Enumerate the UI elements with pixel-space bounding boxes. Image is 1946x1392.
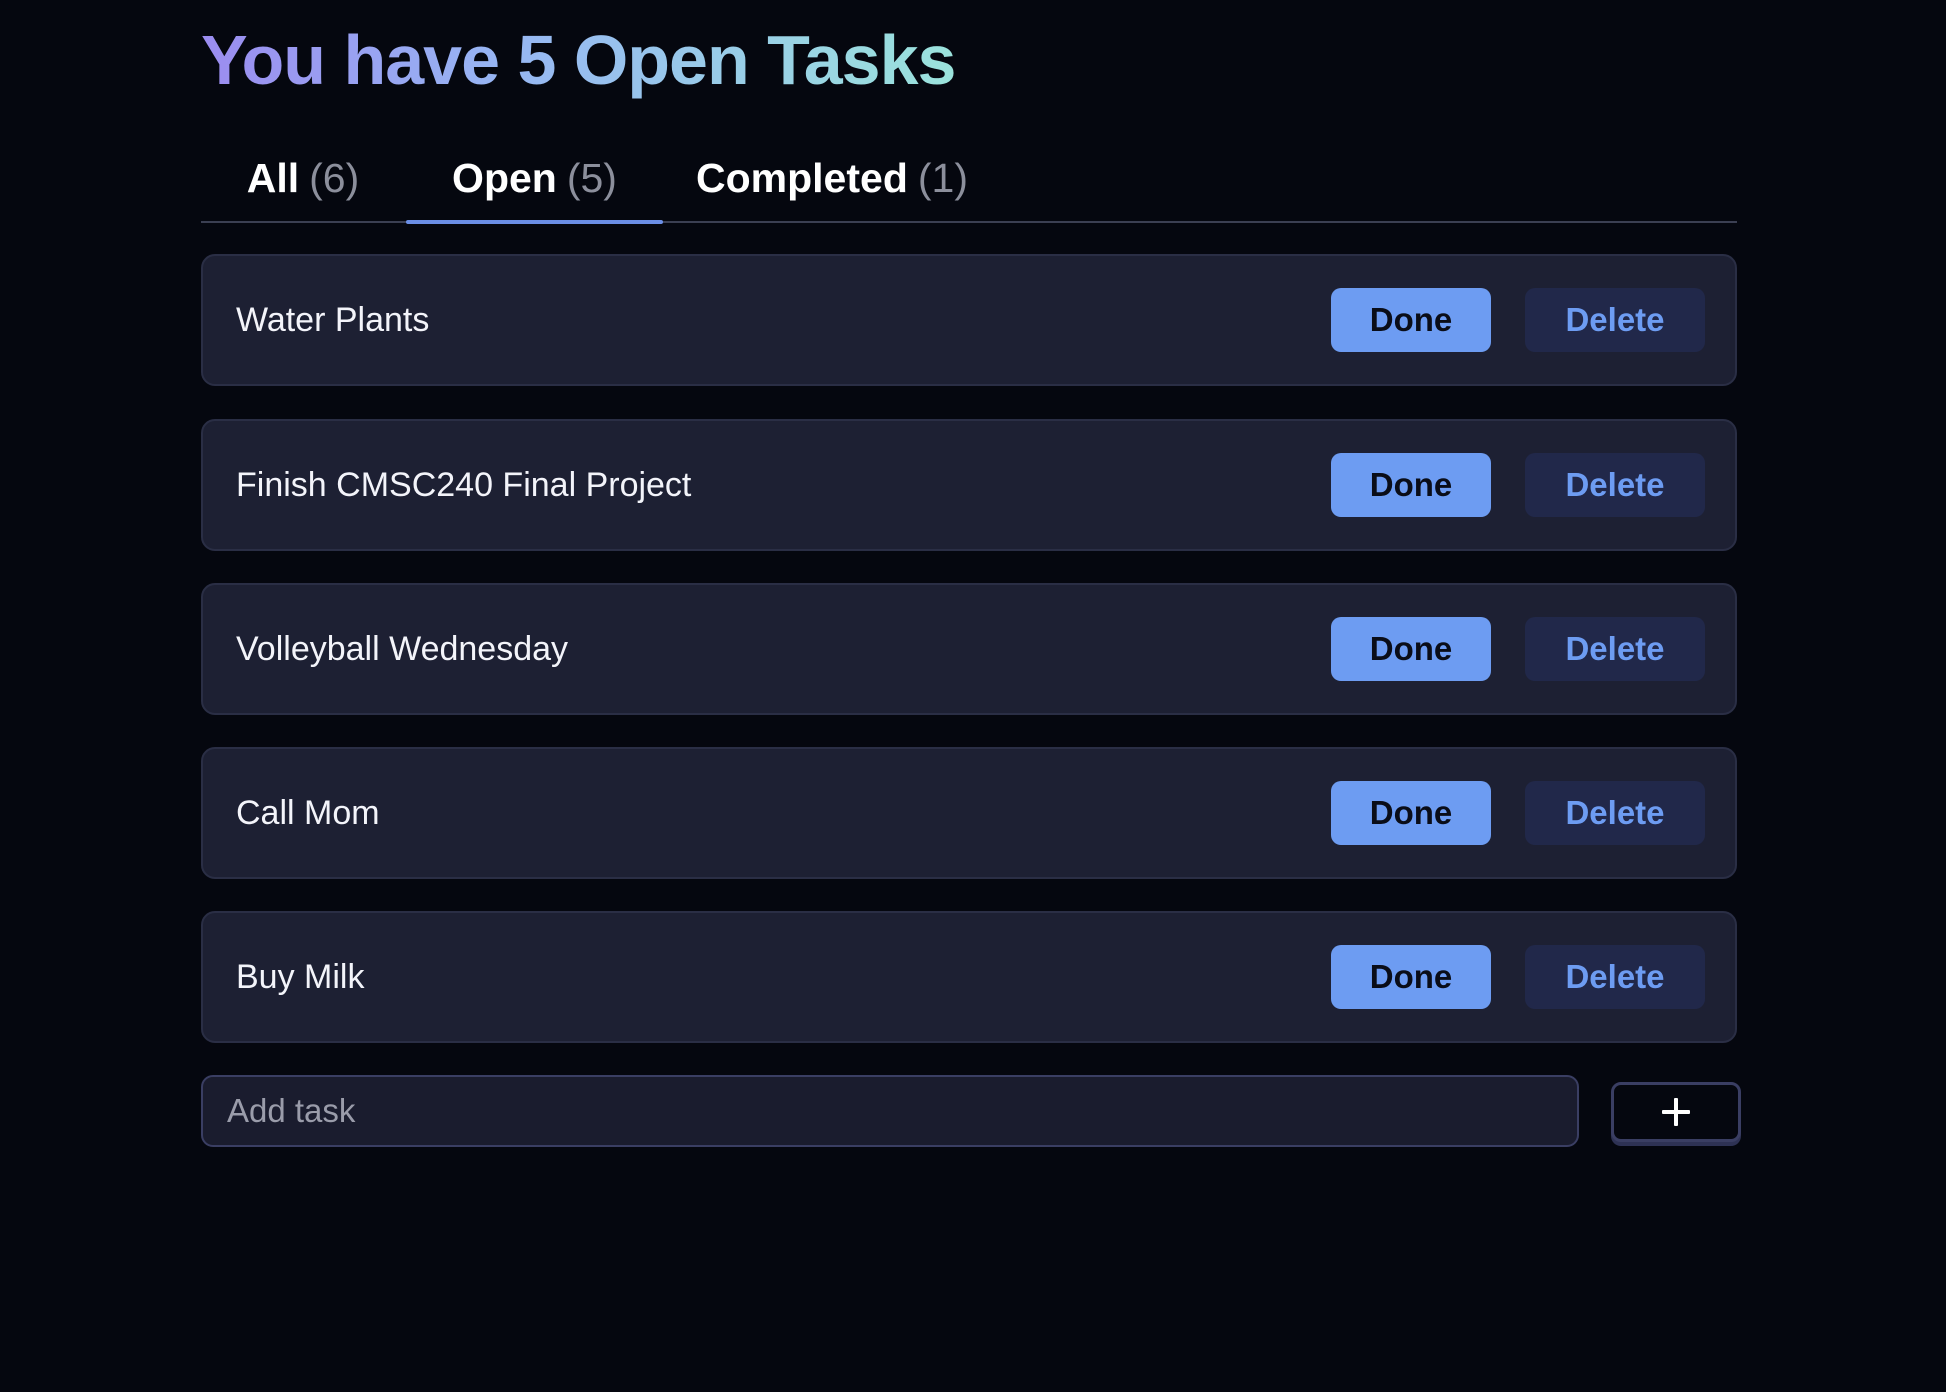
task-card: Finish CMSC240 Final Project Done Delete <box>201 419 1737 551</box>
add-task-button[interactable] <box>1611 1082 1741 1142</box>
filter-tabs: All (6) Open (5) Completed (1) <box>201 136 1737 224</box>
tab-completed-label: Completed <box>696 155 908 201</box>
done-button[interactable]: Done <box>1331 945 1491 1009</box>
tab-completed[interactable]: Completed (1) <box>663 136 1001 221</box>
delete-button[interactable]: Delete <box>1525 617 1705 681</box>
tab-open-label: Open <box>452 155 557 201</box>
plus-icon <box>1662 1098 1690 1126</box>
add-task-input[interactable] <box>201 1075 1579 1147</box>
tab-all-label: All <box>246 155 300 201</box>
task-label: Call Mom <box>236 794 380 832</box>
page-title: You have 5 Open Tasks <box>201 18 956 102</box>
tab-open[interactable]: Open (5) <box>406 136 663 224</box>
delete-button[interactable]: Delete <box>1525 453 1705 517</box>
task-card: Call Mom Done Delete <box>201 747 1737 879</box>
done-button[interactable]: Done <box>1331 617 1491 681</box>
task-label: Finish CMSC240 Final Project <box>236 466 692 504</box>
delete-button[interactable]: Delete <box>1525 945 1705 1009</box>
task-label: Buy Milk <box>236 958 365 996</box>
task-label: Water Plants <box>236 301 430 339</box>
task-card: Water Plants Done Delete <box>201 254 1737 386</box>
tab-all[interactable]: All (6) <box>201 136 405 221</box>
done-button[interactable]: Done <box>1331 288 1491 352</box>
tab-all-count: (6) <box>309 155 360 201</box>
done-button[interactable]: Done <box>1331 781 1491 845</box>
tab-open-count: (5) <box>566 155 617 201</box>
tab-completed-count: (1) <box>917 155 968 201</box>
delete-button[interactable]: Delete <box>1525 288 1705 352</box>
delete-button[interactable]: Delete <box>1525 781 1705 845</box>
add-task-row <box>201 1075 1741 1147</box>
task-label: Volleyball Wednesday <box>236 630 569 668</box>
done-button[interactable]: Done <box>1331 453 1491 517</box>
task-card: Volleyball Wednesday Done Delete <box>201 583 1737 715</box>
task-card: Buy Milk Done Delete <box>201 911 1737 1043</box>
